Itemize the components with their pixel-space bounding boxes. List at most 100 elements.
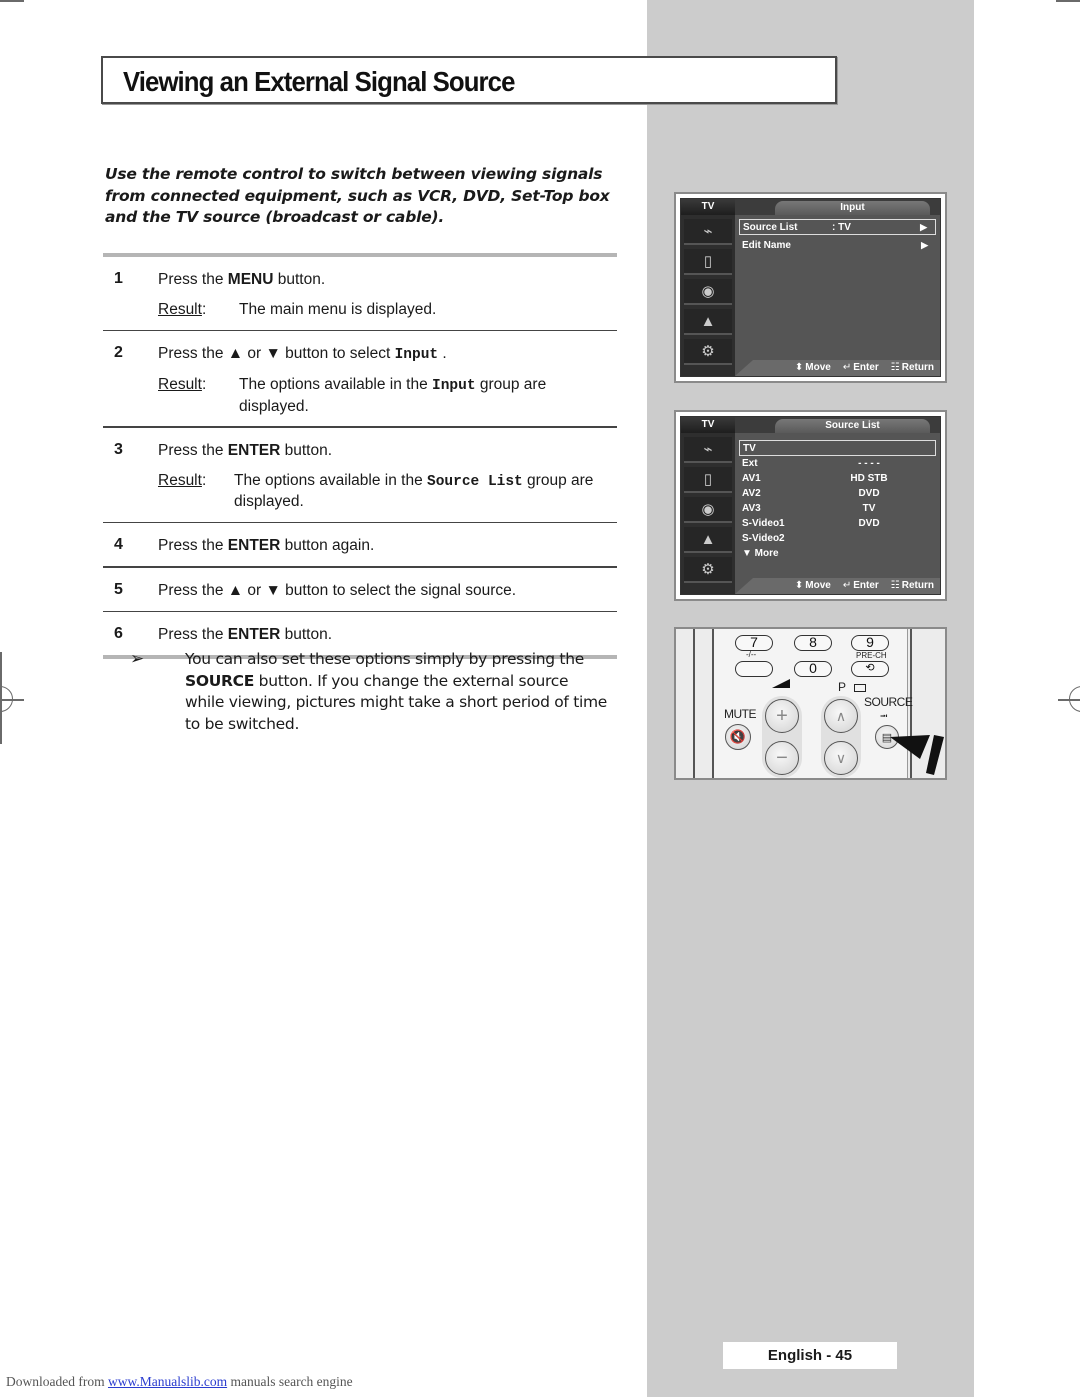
- volume-icon: [772, 679, 790, 688]
- menu-name: Input: [394, 347, 439, 363]
- step-number: 3: [114, 440, 123, 458]
- osd-row-source[interactable]: AV3 TV: [739, 501, 936, 516]
- dash-label: -/--: [746, 650, 757, 659]
- osd-title: Input: [775, 201, 930, 215]
- step-3: 3 Press the ENTER button. Result: The opt…: [103, 428, 617, 522]
- page-title: Viewing an External Signal Source: [123, 66, 515, 97]
- step-4: 4 Press the ENTER button again.: [103, 523, 617, 566]
- osd-tv-tab: TV: [681, 199, 735, 215]
- osd-title: Source List: [775, 419, 930, 433]
- volume-down-button: −: [765, 741, 799, 775]
- step-number: 2: [114, 344, 123, 361]
- prech-label: PRE-CH: [856, 651, 887, 660]
- step-text: Press the: [158, 626, 228, 643]
- osd-icon-column: ⌁ ▯ ◉ ▲ ⚙: [681, 433, 735, 594]
- osd-row-source[interactable]: S-Video2: [739, 531, 936, 546]
- move-updown-icon: ⬍: [794, 580, 804, 591]
- info-icon: [854, 684, 866, 692]
- result-label: Result:: [158, 376, 207, 393]
- osd-row-source-list[interactable]: Source List : TV ▶: [739, 219, 936, 235]
- osd-row-source[interactable]: Ext - - - -: [739, 456, 936, 471]
- result-text: The main menu is displayed.: [239, 301, 437, 318]
- crop-mark: [0, 0, 24, 2]
- intro-text: Use the remote control to switch between…: [105, 165, 610, 226]
- download-footer: Downloaded from www.Manualslib.com manua…: [6, 1374, 353, 1389]
- mute-button: 🔇: [725, 724, 751, 750]
- step-keyword: ENTER: [227, 537, 281, 554]
- registration-mark: [0, 686, 13, 712]
- step-number: 5: [114, 580, 123, 598]
- key-9: 9: [851, 635, 889, 651]
- osd-source-list: TV Ext - - - - AV1 HD STB AV2 DVD AV3 TV S-V…: [739, 440, 936, 561]
- osd-tv-tab: TV: [681, 417, 735, 433]
- p-label: P: [838, 680, 846, 694]
- osd-row-source[interactable]: S-Video1 DVD: [739, 516, 936, 531]
- step-keyword: ENTER: [227, 441, 281, 459]
- key-dash: [735, 661, 773, 677]
- channel-up-button: ∧: [824, 699, 858, 733]
- osd-icon-column: ⌁ ▯ ◉ ▲ ⚙: [681, 215, 735, 376]
- key-7: 7: [735, 635, 773, 651]
- volume-up-button: +: [765, 699, 799, 733]
- input-plug-icon: ⌁: [684, 437, 732, 463]
- step-text: Press the: [158, 537, 228, 554]
- step-keyword: MENU: [227, 271, 274, 288]
- result-text: The options available in the Source List…: [234, 471, 594, 511]
- osd-row-edit-name[interactable]: Edit Name ▶: [739, 238, 936, 254]
- page-number: English - 45: [723, 1342, 897, 1369]
- osd-row-source[interactable]: TV: [739, 440, 936, 456]
- enter-icon: ↵: [842, 580, 852, 591]
- step-text: Press the: [158, 271, 228, 288]
- step-1: 1 Press the MENU button. Result: The main…: [103, 257, 617, 330]
- step-number: 4: [114, 536, 123, 553]
- mute-label: MUTE: [724, 707, 757, 721]
- remote-control-illustration: 7 8 9 -/-- PRE-CH 0 ⟲ P SOURCE ⭲ MUTE + …: [674, 627, 947, 780]
- input-plug-icon: ⌁: [684, 219, 732, 245]
- osd-row-source[interactable]: AV2 DVD: [739, 486, 936, 501]
- enter-icon: ↵: [842, 362, 852, 373]
- registration-mark: [1069, 686, 1080, 712]
- source-input-icon: ⭲: [880, 711, 888, 722]
- osd-row-source[interactable]: AV1 HD STB: [739, 471, 936, 486]
- key-prech: ⟲: [851, 661, 889, 677]
- step-text: Press the ▲ or ▼ button to select the si…: [158, 581, 517, 599]
- pointer-arrow-icon: [890, 735, 944, 775]
- step-text: Press the ▲ or ▼ button to select: [158, 345, 395, 362]
- step-text: button.: [280, 441, 333, 459]
- step-text: button.: [273, 271, 326, 288]
- sound-speaker-icon: ◉: [684, 497, 732, 523]
- osd-footer-hints: ⬍ Move ↵ Enter ☷ Return: [794, 362, 934, 373]
- return-menu-icon: ☷: [890, 580, 900, 591]
- picture-icon: ▯: [684, 467, 732, 493]
- move-updown-icon: ⬍: [794, 362, 804, 373]
- result-text: The options available in the Input group…: [239, 376, 547, 415]
- step-number: 6: [114, 625, 123, 642]
- manualslib-link[interactable]: www.Manualslib.com: [108, 1374, 227, 1389]
- step-keyword: ENTER: [227, 626, 281, 643]
- picture-icon: ▯: [684, 249, 732, 275]
- crop-mark: [1056, 0, 1080, 2]
- result-label: Result:: [158, 471, 207, 489]
- step-5: 5 Press the ▲ or ▼ button to select the …: [103, 568, 617, 611]
- setup-icon: ⚙: [684, 557, 732, 583]
- step-text: button again.: [280, 537, 375, 554]
- osd-menu-list: Source List : TV ▶ Edit Name ▶: [739, 219, 936, 254]
- arrow-right-icon: ▶: [921, 240, 928, 250]
- osd-footer-hints: ⬍ Move ↵ Enter ☷ Return: [794, 580, 934, 591]
- note-text: You can also set these options simply by…: [185, 650, 608, 733]
- osd-input-menu: TV Input ⌁ ▯ ◉ ▲ ⚙ Source List : TV ▶ Ed…: [674, 192, 947, 383]
- setup-icon: ⚙: [684, 339, 732, 365]
- step-2: 2 Press the ▲ or ▼ button to select Inpu…: [103, 331, 617, 426]
- steps-table: 1 Press the MENU button. Result: The main…: [103, 253, 617, 659]
- step-number: 1: [114, 270, 123, 287]
- step-text: Press the: [158, 441, 228, 459]
- arrow-right-icon: ▶: [920, 222, 927, 232]
- osd-row-more[interactable]: ▼ More: [739, 546, 936, 561]
- sound-speaker-icon: ◉: [684, 279, 732, 305]
- source-label: SOURCE: [864, 695, 913, 709]
- title-box: Viewing an External Signal Source: [101, 56, 837, 104]
- step-text: button.: [280, 626, 333, 643]
- key-8: 8: [794, 635, 832, 651]
- osd-source-list-menu: TV Source List ⌁ ▯ ◉ ▲ ⚙ TV Ext - - - - A…: [674, 410, 947, 601]
- step-text: .: [438, 345, 447, 362]
